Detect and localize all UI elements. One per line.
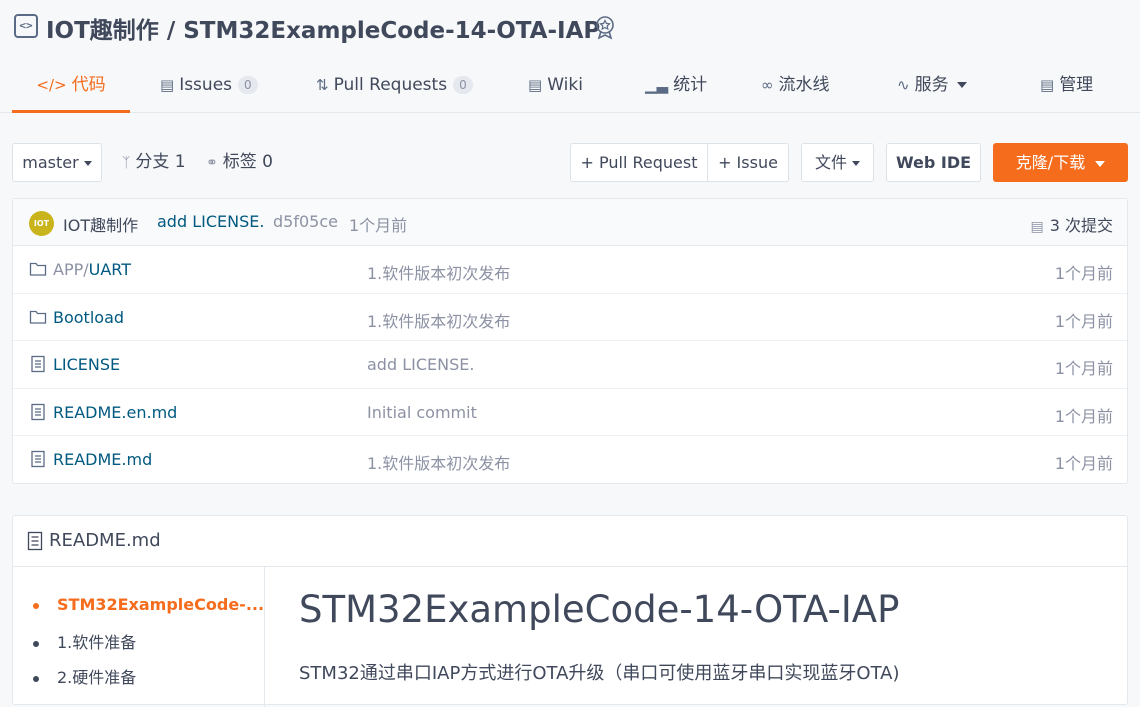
file-name[interactable]: README.en.md xyxy=(53,403,177,422)
avatar[interactable]: IOT xyxy=(29,211,54,236)
file-menu-button[interactable]: 文件 xyxy=(801,143,874,182)
tab-manage[interactable]: ▤ 管理 xyxy=(1040,60,1093,113)
file-time: 1个月前 xyxy=(1054,359,1113,378)
tab-service[interactable]: ∿ 服务 xyxy=(897,60,967,113)
readme-title: README.md xyxy=(49,530,161,551)
repo-owner-link[interactable]: IOT趣制作 xyxy=(46,18,159,44)
file-time: 1个月前 xyxy=(1054,264,1113,283)
service-icon: ∿ xyxy=(897,76,910,94)
file-time: 1个月前 xyxy=(1054,311,1113,331)
readme-toc: STM32ExampleCode-... 1.软件准备 2.硬件准备 xyxy=(13,567,265,707)
file-time: 1个月前 xyxy=(1054,454,1113,473)
pull-requests-count: 0 xyxy=(453,76,473,94)
bullet-icon xyxy=(33,640,39,647)
tab-pipeline[interactable]: ∞ 流水线 xyxy=(761,60,830,113)
latest-commit: IOT IOT趣制作 add LICENSE. d5f05ce 1个月前 ▤ 3 … xyxy=(13,199,1127,246)
file-commit-message[interactable]: add LICENSE. xyxy=(367,355,474,374)
file-name[interactable]: APP/UART xyxy=(53,260,131,279)
repo-header: <> IOT趣制作 / STM32ExampleCode-14-OTA-IAP … xyxy=(0,0,1140,113)
commit-author[interactable]: IOT趣制作 xyxy=(63,212,138,236)
table-row[interactable]: README.md 1.软件版本初次发布 1个月前 xyxy=(13,436,1127,484)
repo-title: IOT趣制作 / STM32ExampleCode-14-OTA-IAP xyxy=(46,11,600,45)
readme-icon xyxy=(27,531,43,551)
commit-time: 1个月前 xyxy=(349,216,408,235)
web-ide-button[interactable]: Web IDE xyxy=(886,143,981,182)
file-list: IOT IOT趣制作 add LICENSE. d5f05ce 1个月前 ▤ 3 … xyxy=(12,198,1128,484)
readme-panel: README.md STM32ExampleCode-... 1.软件准备 2.… xyxy=(12,515,1128,707)
readme-paragraph: STM32通过串口IAP方式进行OTA升级（串口可使用蓝牙串口实现蓝牙OTA) xyxy=(299,663,900,684)
chevron-down-icon xyxy=(83,161,92,166)
chevron-down-icon xyxy=(956,82,967,88)
tab-pull-requests[interactable]: ⇅ Pull Requests 0 xyxy=(316,60,473,113)
file-name[interactable]: LICENSE xyxy=(53,355,120,374)
toc-item[interactable]: STM32ExampleCode-... xyxy=(33,595,264,614)
tag-icon: ⚭ xyxy=(206,155,218,171)
tab-wiki[interactable]: ▤ Wiki xyxy=(528,60,583,113)
clone-download-button[interactable]: 克隆/下载 xyxy=(993,143,1128,182)
readme-header: README.md xyxy=(13,516,1127,567)
repo-code-icon: <> xyxy=(14,14,38,38)
toc-item[interactable]: 2.硬件准备 xyxy=(33,664,136,688)
repo-tabs: </> 代码 ▤ Issues 0 ⇅ Pull Requests 0 ▤ Wiki ▁▃ 统… xyxy=(0,60,1140,113)
file-time: 1个月前 xyxy=(1054,406,1113,426)
commit-count-link[interactable]: ▤ 3 次提交 xyxy=(1030,212,1113,236)
issues-icon: ▤ xyxy=(160,76,175,94)
folder-icon xyxy=(29,262,47,276)
manage-icon: ▤ xyxy=(1040,76,1055,94)
file-icon xyxy=(31,355,45,373)
repo-name-link[interactable]: STM32ExampleCode-14-OTA-IAP xyxy=(183,18,600,44)
issues-count: 0 xyxy=(238,76,258,94)
commits-icon: ▤ xyxy=(1030,219,1044,235)
table-row[interactable]: Bootload 1.软件版本初次发布 1个月前 xyxy=(13,294,1127,341)
file-name[interactable]: Bootload xyxy=(53,308,124,327)
file-commit-message[interactable]: 1.软件版本初次发布 xyxy=(367,450,510,474)
chevron-down-icon xyxy=(852,161,860,166)
wiki-icon: ▤ xyxy=(528,76,543,94)
file-name[interactable]: README.md xyxy=(53,450,152,469)
repo-separator: / xyxy=(158,18,184,44)
file-commit-message[interactable]: 1.软件版本初次发布 xyxy=(367,308,510,332)
table-row[interactable]: LICENSE add LICENSE. 1个月前 xyxy=(13,341,1127,389)
file-commit-message[interactable]: Initial commit xyxy=(367,403,477,422)
table-row[interactable]: APP/UART 1.软件版本初次发布 1个月前 xyxy=(13,246,1127,294)
branch-icon: ᛉ xyxy=(122,155,131,171)
new-issue-button[interactable]: + Issue xyxy=(707,143,789,182)
tab-code[interactable]: </> 代码 xyxy=(12,60,130,113)
commit-message[interactable]: add LICENSE. xyxy=(157,212,264,231)
pull-request-icon: ⇅ xyxy=(316,76,329,94)
stats-icon: ▁▃ xyxy=(645,76,669,94)
tab-stats[interactable]: ▁▃ 统计 xyxy=(645,60,707,113)
code-icon: </> xyxy=(36,76,67,94)
readme-heading: STM32ExampleCode-14-OTA-IAP xyxy=(299,588,900,631)
bullet-icon xyxy=(33,602,39,609)
tab-issues[interactable]: ▤ Issues 0 xyxy=(160,60,258,113)
branch-select[interactable]: master xyxy=(12,143,102,182)
chevron-down-icon xyxy=(1095,160,1106,167)
table-row[interactable]: README.en.md Initial commit 1个月前 xyxy=(13,389,1127,436)
tags-link[interactable]: ⚭ 标签 0 xyxy=(206,143,273,182)
file-icon xyxy=(31,403,45,420)
file-commit-message[interactable]: 1.软件版本初次发布 xyxy=(367,260,510,284)
folder-icon xyxy=(29,310,47,324)
commit-hash[interactable]: d5f05ce xyxy=(273,212,338,231)
bullet-icon xyxy=(33,675,39,682)
toc-item[interactable]: 1.软件准备 xyxy=(33,629,136,653)
file-icon xyxy=(31,450,45,468)
pipeline-icon: ∞ xyxy=(761,76,774,94)
recommended-badge-icon[interactable] xyxy=(592,14,618,40)
new-pull-request-button[interactable]: + Pull Request xyxy=(570,143,708,182)
branches-link[interactable]: ᛉ 分支 1 xyxy=(122,143,186,182)
